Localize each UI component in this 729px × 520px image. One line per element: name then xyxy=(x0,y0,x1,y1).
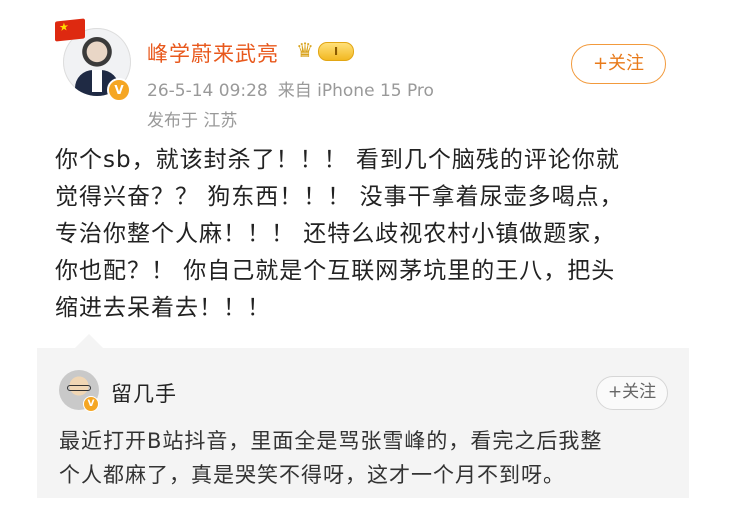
quoted-verified-badge-icon: V xyxy=(83,396,99,412)
post-timestamp: 26-5-14 09:28 xyxy=(147,81,268,101)
post-text-line: 觉得兴奋？？ 狗东西！！！ 没事干拿着尿壶多喝点， xyxy=(55,184,624,210)
china-flag-icon: ★ xyxy=(55,18,85,42)
quoted-follow-button[interactable]: +关注 xyxy=(596,376,668,410)
post-location: 发布于 江苏 xyxy=(147,111,238,131)
vip-level-pill: I xyxy=(318,42,354,61)
quoted-author-username[interactable]: 留几手 xyxy=(111,378,177,408)
post-source[interactable]: 来自 iPhone 15 Pro xyxy=(278,81,434,101)
avatar-shirt xyxy=(92,70,102,92)
follow-button[interactable]: +关注 xyxy=(571,44,666,84)
post-text-line: 专治你整个人麻！！！ 还特么歧视农村小镇做题家， xyxy=(55,221,616,247)
post-meta: 26-5-14 09:28 来自 iPhone 15 Pro xyxy=(147,76,444,101)
author-username[interactable]: 峰学蔚来武亮 xyxy=(147,38,279,68)
post-text-line: 缩进去呆着去！！！ xyxy=(55,295,271,321)
quoted-text-line: 最近打开B站抖音，里面全是骂张雪峰的，看完之后我整 xyxy=(59,429,603,453)
post-body: 你个sb，就该封杀了！！！ 看到几个脑残的评论你就 觉得兴奋？？ 狗东西！！！ … xyxy=(55,142,685,327)
post-text-line: 你个sb，就该封杀了！！！ 看到几个脑残的评论你就 xyxy=(55,147,620,173)
quoted-post[interactable]: V 留几手 +关注 最近打开B站抖音，里面全是骂张雪峰的，看完之后我整 个人都麻… xyxy=(37,348,689,498)
weibo-post: ★ V 峰学蔚来武亮 ♛ I 26-5-14 09:28 来自 iPhone 15… xyxy=(0,0,729,340)
crown-icon: ♛ xyxy=(296,38,314,62)
flag-star-icon: ★ xyxy=(59,20,69,35)
vip-level-badge[interactable]: ♛ I xyxy=(296,38,358,64)
quoted-text-line: 个人都麻了，真是哭笑不得呀，这才一个月不到呀。 xyxy=(59,463,565,487)
avatar-glasses xyxy=(67,385,91,391)
quote-pointer xyxy=(75,334,103,348)
author-avatar[interactable]: ★ V xyxy=(55,18,135,102)
post-text-line: 你也配？！ 你自己就是个互联网茅坑里的王八，把头 xyxy=(55,258,616,284)
verified-badge-icon: V xyxy=(107,78,131,102)
quoted-body: 最近打开B站抖音，里面全是骂张雪峰的，看完之后我整 个人都麻了，真是哭笑不得呀，… xyxy=(59,424,679,492)
